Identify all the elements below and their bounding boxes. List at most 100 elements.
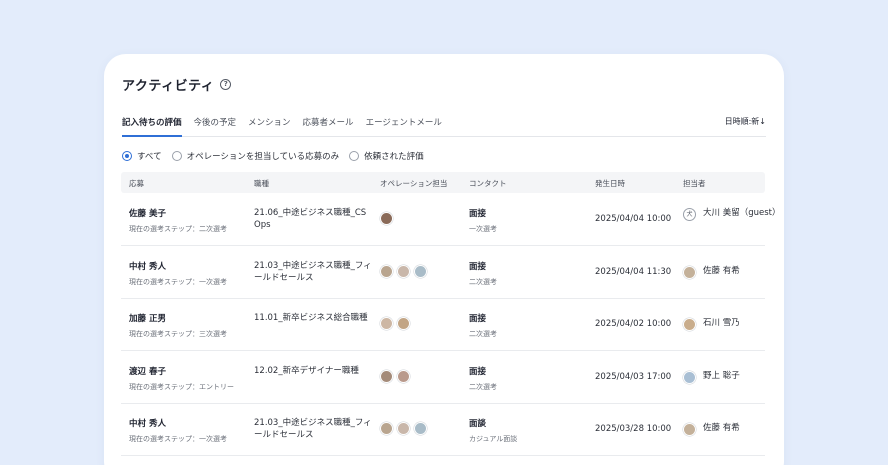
- owner-cell: 佐藤 有希: [683, 266, 779, 279]
- owner-cell: 犬 大川 美留（guest）: [683, 208, 781, 221]
- tab-applicant-mail[interactable]: 応募者メール: [303, 116, 354, 137]
- job-title: 11.01_新卒ビジネス総合職種: [254, 313, 368, 323]
- owner-name: 野上 聡子: [703, 371, 740, 381]
- table-row[interactable]: 佐藤 美子 現在の選考ステップ：二次選考 21.06_中途ビジネス職種_CS O…: [121, 193, 780, 246]
- page-title: アクティビティ: [122, 79, 215, 94]
- applicant-name[interactable]: 渡辺 春子: [129, 365, 234, 377]
- contact-type: 面接: [469, 367, 487, 377]
- avatar: [683, 423, 696, 436]
- activity-card: アクティビティ ? 記入待ちの評価 今後の予定 メンション 応募者メール エージ…: [104, 54, 784, 465]
- operations-avatars: [380, 317, 410, 330]
- contact-detail: カジュアル面談: [469, 435, 518, 443]
- owner-name: 佐藤 有希: [703, 266, 740, 276]
- avatar: [380, 422, 393, 435]
- contact-detail: 二次選考: [469, 383, 497, 391]
- table-row[interactable]: 加藤 正男 現在の選考ステップ：三次選考 11.01_新卒ビジネス総合職種 面接…: [121, 298, 765, 351]
- contact-detail: 二次選考: [469, 278, 497, 286]
- column-header[interactable]: コンタクト: [469, 178, 507, 189]
- avatar: [380, 370, 393, 383]
- column-header[interactable]: オペレーション担当: [380, 178, 447, 189]
- contact-cell: 面接 二次選考: [469, 312, 497, 339]
- selection-step: 現在の選考ステップ：エントリー: [129, 383, 234, 391]
- occurred-date: 2025/04/03 17:00: [595, 372, 672, 382]
- avatar: [380, 265, 393, 278]
- occurred-date: 2025/03/28 10:00: [595, 424, 672, 434]
- owner-cell: 野上 聡子: [683, 371, 779, 384]
- job-title: 12.02_新卒デザイナー職種: [254, 366, 359, 376]
- job-title: 21.06_中途ビジネス職種_CS Ops: [254, 208, 367, 230]
- avatar: [397, 265, 410, 278]
- avatar: [683, 318, 696, 331]
- occurred-date: 2025/04/04 11:30: [595, 267, 672, 277]
- avatar: [414, 422, 427, 435]
- sort-dropdown[interactable]: 日時順:新↓: [725, 116, 766, 127]
- avatar: [683, 371, 696, 384]
- owner-name: 石川 雪乃: [703, 318, 740, 328]
- applicant-name[interactable]: 中村 秀人: [129, 417, 227, 429]
- applicant-name[interactable]: 佐藤 美子: [129, 207, 227, 219]
- contact-cell: 面接 二次選考: [469, 365, 497, 392]
- owner-cell: 石川 雪乃: [683, 318, 779, 331]
- selection-step: 現在の選考ステップ：三次選考: [129, 330, 227, 338]
- owner-name: 大川 美留（guest）: [703, 208, 781, 218]
- selection-step: 現在の選考ステップ：一次選考: [129, 278, 227, 286]
- tab-mentions[interactable]: メンション: [248, 116, 291, 137]
- avatar: [380, 212, 393, 225]
- contact-type: 面接: [469, 262, 487, 272]
- filter-radio-group: すべて オペレーションを担当している応募のみ 依頼された評価: [122, 150, 434, 162]
- occurred-date: 2025/04/02 10:00: [595, 319, 672, 329]
- contact-cell: 面接 二次選考: [469, 260, 497, 287]
- tab-agent-mail[interactable]: エージェントメール: [366, 116, 442, 137]
- operations-avatars: [380, 265, 427, 278]
- avatar: [397, 370, 410, 383]
- table-row[interactable]: 中村 秀人 現在の選考ステップ：一次選考 21.03_中途ビジネス職種_フィール…: [121, 246, 765, 299]
- filter-label: 依頼された評価: [364, 152, 424, 162]
- avatar: [380, 317, 393, 330]
- column-header[interactable]: 担当者: [683, 178, 706, 189]
- contact-detail: 二次選考: [469, 330, 497, 338]
- tab-bar: 記入待ちの評価 今後の予定 メンション 応募者メール エージェントメール 日時順…: [122, 116, 766, 137]
- occurred-date: 2025/04/04 10:00: [595, 214, 672, 224]
- column-header[interactable]: 発生日時: [595, 178, 625, 189]
- owner-name: 佐藤 有希: [703, 423, 740, 433]
- applicant-name[interactable]: 中村 秀人: [129, 260, 227, 272]
- contact-detail: 一次選考: [469, 225, 497, 233]
- avatar: [397, 422, 410, 435]
- applicant-cell: 渡辺 春子 現在の選考ステップ：エントリー: [129, 365, 234, 392]
- selection-step: 現在の選考ステップ：一次選考: [129, 435, 227, 443]
- contact-type: 面接: [469, 209, 487, 219]
- filter-all[interactable]: すべて: [122, 150, 162, 162]
- applicant-cell: 加藤 正男 現在の選考ステップ：三次選考: [129, 312, 227, 339]
- applicant-cell: 中村 秀人 現在の選考ステップ：一次選考: [129, 260, 227, 287]
- job-title: 21.03_中途ビジネス職種_フィールドセールス: [254, 418, 372, 440]
- column-header[interactable]: 職種: [254, 178, 269, 189]
- applicant-cell: 佐藤 美子 現在の選考ステップ：二次選考: [129, 207, 227, 234]
- applicant-cell: 中村 秀人 現在の選考ステップ：一次選考: [129, 417, 227, 444]
- column-header[interactable]: 応募: [129, 178, 144, 189]
- filter-label: すべて: [137, 152, 162, 162]
- selection-step: 現在の選考ステップ：二次選考: [129, 225, 227, 233]
- guest-icon: 犬: [683, 208, 696, 221]
- tab-upcoming[interactable]: 今後の予定: [194, 116, 237, 137]
- filter-requested[interactable]: 依頼された評価: [349, 150, 424, 162]
- radio-icon[interactable]: [171, 151, 182, 161]
- avatar: [414, 265, 427, 278]
- radio-checked-icon[interactable]: [122, 151, 132, 161]
- avatar: [683, 266, 696, 279]
- radio-icon[interactable]: [349, 151, 360, 161]
- owner-cell: 佐藤 有希: [683, 423, 779, 436]
- contact-type: 面談: [469, 419, 487, 429]
- applicant-name[interactable]: 加藤 正男: [129, 312, 227, 324]
- operations-avatars: [380, 212, 393, 225]
- table-row[interactable]: 中村 秀人 現在の選考ステップ：一次選考 21.03_中途ビジネス職種_フィール…: [121, 403, 765, 456]
- title-row: アクティビティ ?: [122, 75, 232, 94]
- tab-pending-evaluations[interactable]: 記入待ちの評価: [122, 116, 182, 137]
- help-icon[interactable]: ?: [220, 79, 232, 90]
- contact-type: 面接: [469, 314, 487, 324]
- table-header: 応募 職種 オペレーション担当 コンタクト 発生日時 担当者: [121, 172, 765, 193]
- table-row[interactable]: 渡辺 春子 現在の選考ステップ：エントリー 12.02_新卒デザイナー職種 面接…: [121, 351, 765, 404]
- contact-cell: 面談 カジュアル面談: [469, 417, 517, 444]
- filter-my-operations[interactable]: オペレーションを担当している応募のみ: [171, 150, 340, 162]
- filter-label: オペレーションを担当している応募のみ: [186, 152, 340, 162]
- avatar: [397, 317, 410, 330]
